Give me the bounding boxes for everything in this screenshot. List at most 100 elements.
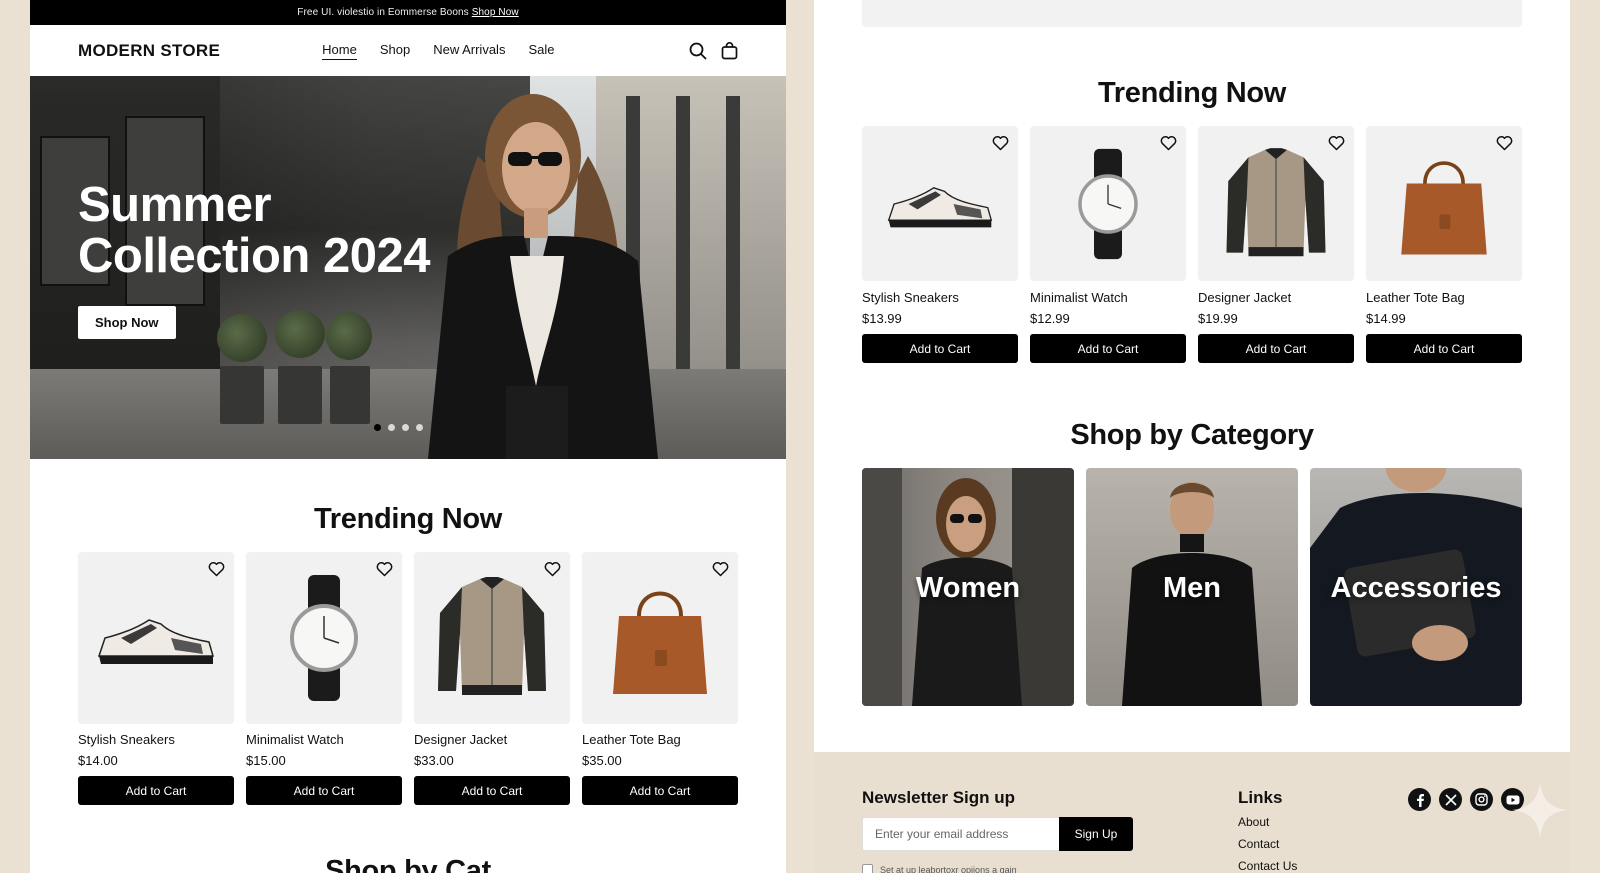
product-card-watch[interactable]: Minimalist Watch $15.00 Add to Cart: [246, 552, 402, 805]
carousel-dot-3[interactable]: [402, 424, 409, 431]
newsletter-consent-label: Set at up leabortoxr opiions a gain: [880, 864, 1017, 873]
wishlist-heart-icon[interactable]: [544, 561, 561, 582]
category-label: Women: [915, 572, 1021, 604]
newsletter-consent: Set at up leabortoxr opiions a gain: [862, 864, 1017, 873]
left-page-panel: Free UI. violestio in Eommerse Boons Sho…: [30, 0, 786, 873]
social-icons: [1408, 788, 1524, 811]
category-label: Accessories: [1330, 572, 1502, 604]
product-price: $13.99: [862, 311, 902, 326]
newsletter-consent-checkbox[interactable]: [862, 864, 873, 873]
category-grid: Women Men Accessories: [814, 468, 1570, 706]
site-footer: Newsletter Sign up Sign Up Set at up lea…: [814, 752, 1570, 873]
product-name[interactable]: Designer Jacket: [414, 732, 570, 747]
sparkle-watermark-icon: [1512, 782, 1568, 838]
top-placeholder-bar: [862, 0, 1522, 27]
add-to-cart-button[interactable]: Add to Cart: [414, 776, 570, 805]
right-page-panel: Trending Now Stylish Sneakers $13.99 Add…: [814, 0, 1570, 873]
product-card-tote-bag[interactable]: Leather Tote Bag $35.00 Add to Cart: [582, 552, 738, 805]
product-card-sneakers[interactable]: Stylish Sneakers $14.00 Add to Cart: [78, 552, 234, 805]
hero-banner: Summer Collection 2024 Shop Now: [30, 76, 786, 459]
wishlist-heart-icon[interactable]: [376, 561, 393, 582]
facebook-icon[interactable]: [1408, 788, 1431, 811]
footer-links: About Contact Contact Us: [1238, 815, 1297, 873]
product-name[interactable]: Minimalist Watch: [246, 732, 402, 747]
trending-now-title: Trending Now: [1097, 77, 1287, 109]
add-to-cart-button[interactable]: Add to Cart: [1030, 334, 1186, 363]
newsletter-signup-button[interactable]: Sign Up: [1059, 817, 1133, 851]
product-card-watch[interactable]: Minimalist Watch $12.99 Add to Cart: [1030, 126, 1186, 363]
promo-shop-now-link[interactable]: Shop Now: [472, 7, 519, 18]
nav-sale[interactable]: Sale: [528, 42, 554, 60]
sneaker-image: [97, 619, 214, 664]
trending-product-grid: Stylish Sneakers $13.99 Add to Cart Mini…: [814, 126, 1570, 363]
carousel-dot-2[interactable]: [388, 424, 395, 431]
add-to-cart-button[interactable]: Add to Cart: [1198, 334, 1354, 363]
product-price: $33.00: [414, 753, 454, 768]
product-name[interactable]: Leather Tote Bag: [582, 732, 738, 747]
hero-carousel-dots: [374, 424, 423, 431]
hero-title: Summer Collection 2024: [78, 180, 430, 282]
promo-text: Free UI. violestio in Eommerse Boons: [297, 7, 469, 18]
footer-link-contact[interactable]: Contact: [1238, 837, 1297, 851]
shop-by-category-title: Shop by Category: [1070, 419, 1314, 451]
main-nav: Home Shop New Arrivals Sale: [322, 42, 554, 60]
promo-bar: Free UI. violestio in Eommerse Boons Sho…: [30, 0, 786, 25]
add-to-cart-button[interactable]: Add to Cart: [582, 776, 738, 805]
tote-bag-image: [613, 591, 707, 694]
site-header: MODERN STORE Home Shop New Arrivals Sale: [30, 25, 786, 76]
store-logo[interactable]: MODERN STORE: [78, 41, 220, 61]
jacket-image: [1226, 147, 1326, 256]
wishlist-heart-icon[interactable]: [1328, 135, 1345, 156]
nav-shop[interactable]: Shop: [380, 42, 410, 60]
product-name[interactable]: Stylish Sneakers: [862, 290, 1018, 305]
wishlist-heart-icon[interactable]: [992, 135, 1009, 156]
product-name[interactable]: Minimalist Watch: [1030, 290, 1186, 305]
category-card-accessories[interactable]: Accessories: [1310, 468, 1522, 706]
shop-by-category-title-cutoff: Shop by Cat: [325, 855, 491, 873]
tote-bag-image: [1401, 160, 1487, 254]
add-to-cart-button[interactable]: Add to Cart: [1366, 334, 1522, 363]
category-card-men[interactable]: Men: [1086, 468, 1298, 706]
product-price: $35.00: [582, 753, 622, 768]
add-to-cart-button[interactable]: Add to Cart: [862, 334, 1018, 363]
x-twitter-icon[interactable]: [1439, 788, 1462, 811]
carousel-dot-1[interactable]: [374, 424, 381, 431]
product-card-jacket[interactable]: Designer Jacket $33.00 Add to Cart: [414, 552, 570, 805]
add-to-cart-button[interactable]: Add to Cart: [78, 776, 234, 805]
watch-image: [290, 575, 358, 701]
category-label: Men: [1163, 572, 1221, 604]
wishlist-heart-icon[interactable]: [712, 561, 729, 582]
product-name[interactable]: Leather Tote Bag: [1366, 290, 1522, 305]
footer-link-contact-us[interactable]: Contact Us: [1238, 859, 1297, 873]
carousel-dot-4[interactable]: [416, 424, 423, 431]
search-icon[interactable]: [689, 42, 707, 60]
product-name[interactable]: Stylish Sneakers: [78, 732, 234, 747]
hero-shop-now-button[interactable]: Shop Now: [78, 306, 176, 339]
product-card-sneakers[interactable]: Stylish Sneakers $13.99 Add to Cart: [862, 126, 1018, 363]
footer-link-about[interactable]: About: [1238, 815, 1297, 829]
wishlist-heart-icon[interactable]: [1160, 135, 1177, 156]
newsletter-email-input[interactable]: [862, 817, 1059, 851]
product-price: $12.99: [1030, 311, 1070, 326]
product-price: $19.99: [1198, 311, 1238, 326]
header-icons: [689, 41, 738, 60]
product-card-tote-bag[interactable]: Leather Tote Bag $14.99 Add to Cart: [1366, 126, 1522, 363]
hero-title-line1: Summer: [78, 178, 272, 232]
instagram-icon[interactable]: [1470, 788, 1493, 811]
newsletter-title: Newsletter Sign up: [862, 788, 1016, 807]
nav-new-arrivals[interactable]: New Arrivals: [433, 42, 505, 60]
add-to-cart-button[interactable]: Add to Cart: [246, 776, 402, 805]
watch-image: [1078, 148, 1138, 259]
product-price: $14.00: [78, 753, 118, 768]
shopping-bag-icon[interactable]: [721, 41, 738, 60]
product-price: $14.99: [1366, 311, 1406, 326]
nav-home[interactable]: Home: [322, 42, 357, 60]
category-card-women[interactable]: Women: [862, 468, 1074, 706]
product-card-jacket[interactable]: Designer Jacket $19.99 Add to Cart: [1198, 126, 1354, 363]
product-name[interactable]: Designer Jacket: [1198, 290, 1354, 305]
jacket-image: [438, 577, 546, 695]
wishlist-heart-icon[interactable]: [208, 561, 225, 582]
hero-model-image: [428, 94, 658, 459]
wishlist-heart-icon[interactable]: [1496, 135, 1513, 156]
hero-title-line2: Collection 2024: [78, 229, 430, 283]
